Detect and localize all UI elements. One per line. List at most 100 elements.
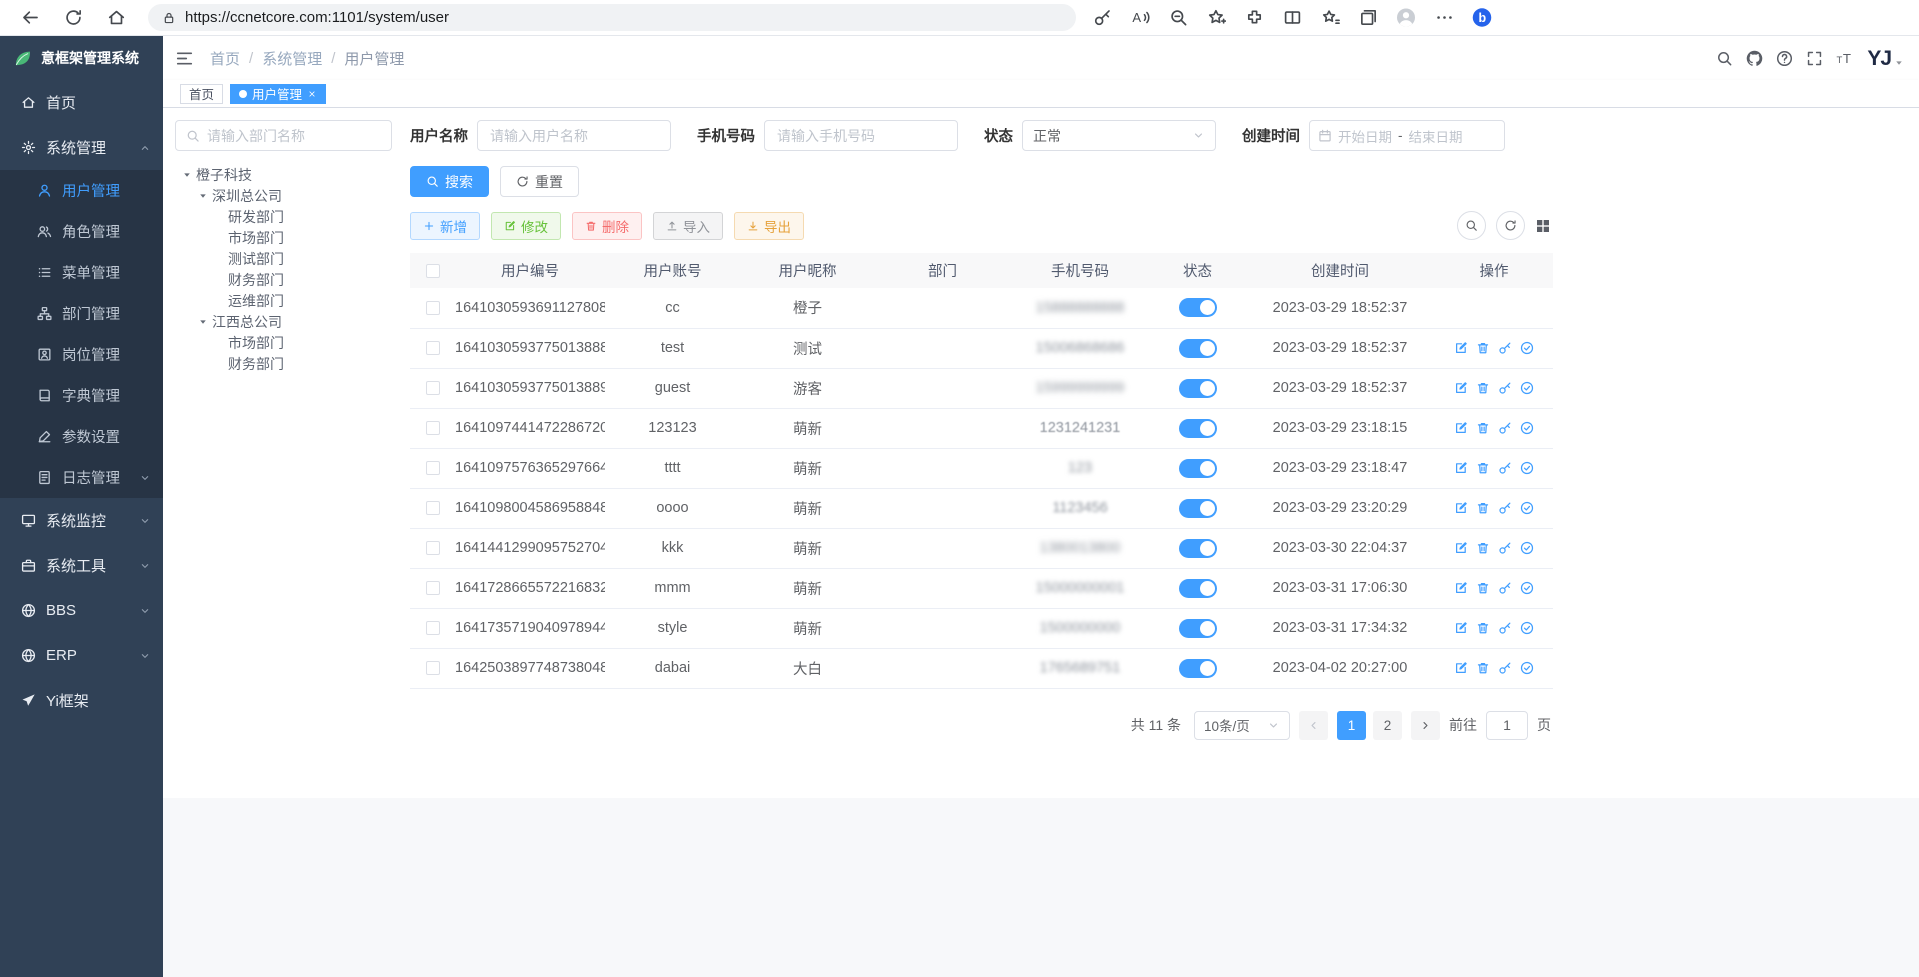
page-button-1[interactable]: 1: [1337, 711, 1366, 740]
tree-node[interactable]: 橙子科技: [175, 164, 400, 185]
reset-password-icon[interactable]: [1498, 581, 1512, 595]
tree-node[interactable]: 财务部门: [175, 269, 400, 290]
status-toggle[interactable]: [1179, 499, 1217, 518]
username-input[interactable]: [477, 120, 671, 151]
reset-button[interactable]: 重置: [500, 166, 579, 197]
sidebar-item-param-settings[interactable]: 参数设置: [0, 416, 163, 457]
export-button[interactable]: 导出: [734, 212, 804, 240]
assign-role-icon[interactable]: [1520, 381, 1534, 395]
row-checkbox[interactable]: [426, 581, 440, 595]
sidebar-item-dept-management[interactable]: 部门管理: [0, 293, 163, 334]
sidebar-item-user-management[interactable]: 用户管理: [0, 170, 163, 211]
page-size-select[interactable]: 10条/页: [1194, 711, 1290, 740]
assign-role-icon[interactable]: [1520, 421, 1534, 435]
goto-page-input[interactable]: [1486, 711, 1528, 740]
edit-icon[interactable]: [1454, 501, 1468, 515]
extensions-icon[interactable]: [1244, 8, 1264, 28]
sidebar-item-system-monitor[interactable]: 系统监控: [0, 498, 163, 543]
breadcrumb-item[interactable]: 系统管理: [262, 48, 322, 69]
split-screen-icon[interactable]: [1282, 8, 1302, 28]
delete-icon[interactable]: [1476, 621, 1490, 635]
assign-role-icon[interactable]: [1520, 661, 1534, 675]
row-checkbox[interactable]: [426, 381, 440, 395]
assign-role-icon[interactable]: [1520, 461, 1534, 475]
add-button[interactable]: 新增: [410, 212, 480, 240]
reset-password-icon[interactable]: [1498, 501, 1512, 515]
sidebar-item-menu-management[interactable]: 菜单管理: [0, 252, 163, 293]
toolbar-search-button[interactable]: [1457, 211, 1486, 240]
reset-password-icon[interactable]: [1498, 461, 1512, 475]
toolbar-grid-button[interactable]: [1535, 218, 1551, 234]
caret-down-icon[interactable]: [179, 170, 194, 180]
date-range-picker[interactable]: 开始日期 - 结束日期: [1309, 120, 1505, 151]
delete-icon[interactable]: [1476, 661, 1490, 675]
edit-button[interactable]: 修改: [491, 212, 561, 240]
status-toggle[interactable]: [1179, 539, 1217, 558]
delete-icon[interactable]: [1476, 381, 1490, 395]
sidebar-item-post-management[interactable]: 岗位管理: [0, 334, 163, 375]
status-toggle[interactable]: [1179, 419, 1217, 438]
profile-icon[interactable]: [1396, 8, 1416, 28]
assign-role-icon[interactable]: [1520, 341, 1534, 355]
edit-icon[interactable]: [1454, 421, 1468, 435]
tree-node[interactable]: 测试部门: [175, 248, 400, 269]
tree-node[interactable]: 研发部门: [175, 206, 400, 227]
tab-home[interactable]: 首页: [180, 84, 223, 104]
tree-node[interactable]: 江西总公司: [175, 311, 400, 332]
delete-icon[interactable]: [1476, 421, 1490, 435]
row-checkbox[interactable]: [426, 421, 440, 435]
status-toggle[interactable]: [1179, 619, 1217, 638]
favorites-icon[interactable]: [1320, 8, 1340, 28]
address-bar[interactable]: https://ccnetcore.com:1101/system/user: [148, 4, 1076, 31]
reset-password-icon[interactable]: [1498, 661, 1512, 675]
sidebar-item-home[interactable]: 首页: [0, 80, 163, 125]
caret-down-icon[interactable]: [195, 191, 210, 201]
status-toggle[interactable]: [1179, 459, 1217, 478]
tree-node[interactable]: 市场部门: [175, 227, 400, 248]
row-checkbox[interactable]: [426, 341, 440, 355]
home-icon[interactable]: [106, 8, 126, 28]
reset-password-icon[interactable]: [1498, 341, 1512, 355]
edit-icon[interactable]: [1454, 581, 1468, 595]
copilot-icon[interactable]: b: [1472, 8, 1492, 28]
read-aloud-icon[interactable]: A: [1130, 8, 1150, 28]
row-checkbox[interactable]: [426, 461, 440, 475]
tree-node[interactable]: 深圳总公司: [175, 185, 400, 206]
search-button[interactable]: 搜索: [410, 166, 489, 197]
delete-icon[interactable]: [1476, 341, 1490, 355]
search-icon[interactable]: [1716, 50, 1733, 67]
key-icon[interactable]: [1092, 8, 1112, 28]
assign-role-icon[interactable]: [1520, 581, 1534, 595]
assign-role-icon[interactable]: [1520, 501, 1534, 515]
delete-icon[interactable]: [1476, 461, 1490, 475]
delete-button[interactable]: 删除: [572, 212, 642, 240]
collections-icon[interactable]: [1358, 8, 1378, 28]
reset-password-icon[interactable]: [1498, 541, 1512, 555]
zoom-icon[interactable]: [1168, 8, 1188, 28]
font-size-icon[interactable]: TT: [1836, 50, 1853, 67]
question-icon[interactable]: [1776, 50, 1793, 67]
status-select[interactable]: 正常: [1022, 120, 1216, 151]
tab-user-management[interactable]: 用户管理: [230, 84, 326, 104]
favorite-add-icon[interactable]: [1206, 8, 1226, 28]
reset-password-icon[interactable]: [1498, 381, 1512, 395]
user-avatar[interactable]: YJ: [1867, 48, 1904, 69]
dept-search-input[interactable]: [207, 128, 381, 144]
reset-password-icon[interactable]: [1498, 621, 1512, 635]
import-button[interactable]: 导入: [653, 212, 723, 240]
edit-icon[interactable]: [1454, 661, 1468, 675]
sidebar-item-system-management[interactable]: 系统管理: [0, 125, 163, 170]
edit-icon[interactable]: [1454, 621, 1468, 635]
github-icon[interactable]: [1746, 50, 1763, 67]
delete-icon[interactable]: [1476, 541, 1490, 555]
prev-page-button[interactable]: [1299, 711, 1328, 740]
delete-icon[interactable]: [1476, 581, 1490, 595]
select-all-checkbox[interactable]: [426, 264, 440, 278]
sidebar-toggle-icon[interactable]: [175, 49, 194, 68]
status-toggle[interactable]: [1179, 659, 1217, 678]
row-checkbox[interactable]: [426, 621, 440, 635]
sidebar-item-bbs[interactable]: BBS: [0, 588, 163, 633]
sidebar-item-dict-management[interactable]: 字典管理: [0, 375, 163, 416]
page-button-2[interactable]: 2: [1373, 711, 1402, 740]
row-checkbox[interactable]: [426, 301, 440, 315]
